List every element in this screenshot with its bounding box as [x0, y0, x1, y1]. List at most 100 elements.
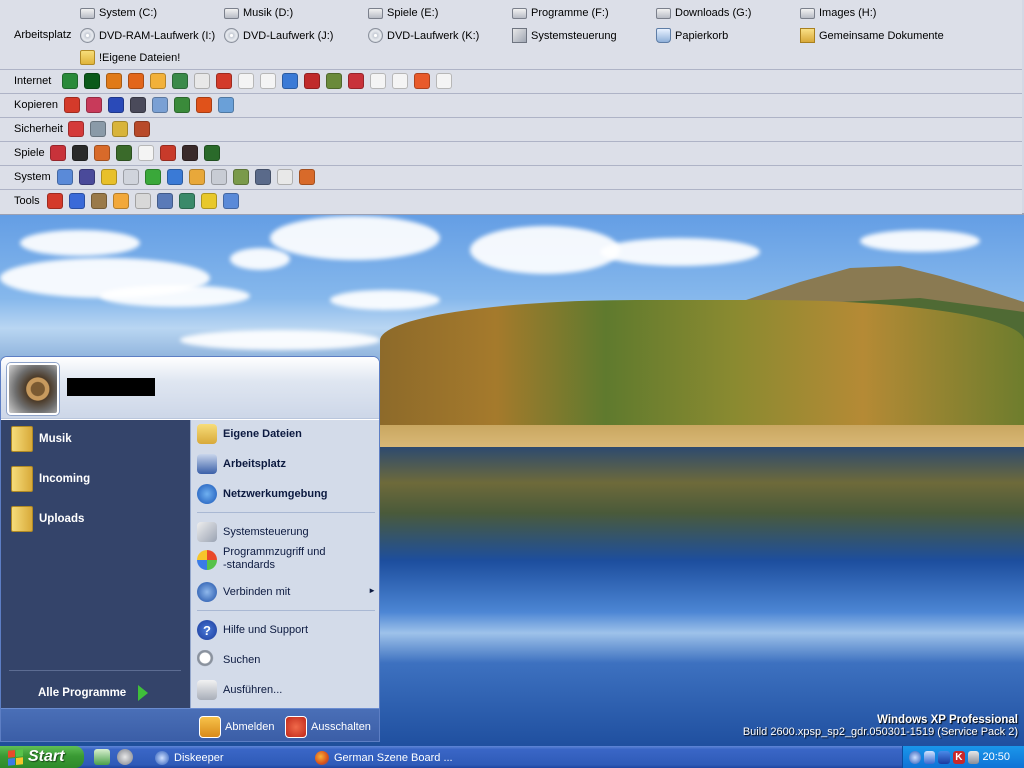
- toolbar-app-icon[interactable]: [64, 97, 80, 113]
- toolbar-app-icon[interactable]: [160, 145, 176, 161]
- toolbar-app-icon[interactable]: [233, 169, 249, 185]
- toolbar-app-icon[interactable]: [50, 145, 66, 161]
- drive-j[interactable]: DVD-Laufwerk (J:): [224, 28, 333, 43]
- logoff-button[interactable]: Abmelden: [199, 716, 275, 738]
- drive-f[interactable]: Programme (F:): [512, 7, 609, 19]
- taskbar-button-firefox[interactable]: German Szene Board ...: [310, 748, 460, 767]
- start-button[interactable]: Start: [0, 746, 84, 768]
- toolbar-app-icon[interactable]: [106, 73, 122, 89]
- pinned-item-musik[interactable]: Musik: [11, 426, 72, 452]
- toolbar-app-icon[interactable]: [174, 97, 190, 113]
- drive-d[interactable]: Musik (D:): [224, 7, 293, 19]
- toolbar-app-icon[interactable]: [134, 121, 150, 137]
- toolbar-app-icon[interactable]: [172, 73, 188, 89]
- control-panel-item[interactable]: Systemsteuerung: [197, 522, 309, 542]
- quicklaunch-desktop-icon[interactable]: [94, 749, 110, 765]
- toolbar-app-icon[interactable]: [57, 169, 73, 185]
- drive-h[interactable]: Images (H:): [800, 7, 876, 19]
- toolbar-app-icon[interactable]: [84, 73, 100, 89]
- tray-diskeeper-icon[interactable]: [909, 750, 921, 764]
- my-computer-item[interactable]: Arbeitsplatz: [197, 454, 286, 474]
- toolbar-app-icon[interactable]: [189, 169, 205, 185]
- tray-network-icon[interactable]: [923, 750, 936, 764]
- toolbar-app-icon[interactable]: [138, 145, 154, 161]
- toolbar-app-icon[interactable]: [282, 73, 298, 89]
- toolbar-app-icon[interactable]: [204, 145, 220, 161]
- drive-c[interactable]: System (C:): [80, 7, 157, 19]
- toolbar-app-icon[interactable]: [79, 169, 95, 185]
- quicklaunch-media-icon[interactable]: [117, 749, 133, 765]
- recycle-bin-link[interactable]: Papierkorb: [656, 28, 728, 43]
- toolbar-app-icon[interactable]: [68, 121, 84, 137]
- toolbar-app-icon[interactable]: [179, 193, 195, 209]
- toolbar-app-icon[interactable]: [152, 97, 168, 113]
- toolbar-app-icon[interactable]: [108, 97, 124, 113]
- clock[interactable]: 20:50: [982, 751, 1010, 763]
- my-documents-item[interactable]: Eigene Dateien: [197, 424, 302, 444]
- toolbar-app-icon[interactable]: [304, 73, 320, 89]
- toolbar-app-icon[interactable]: [211, 169, 227, 185]
- toolbar-app-icon[interactable]: [255, 169, 271, 185]
- pinned-item-uploads[interactable]: Uploads: [11, 506, 84, 532]
- tray-antivirus-icon[interactable]: K: [953, 750, 965, 764]
- user-avatar-guitar[interactable]: [7, 363, 59, 415]
- toolbar-app-icon[interactable]: [299, 169, 315, 185]
- search-item[interactable]: Suchen: [197, 650, 260, 670]
- taskbar-button-diskeeper[interactable]: Diskeeper: [150, 748, 300, 767]
- tray-monitor-icon[interactable]: [938, 750, 951, 764]
- toolbar-app-icon[interactable]: [116, 145, 132, 161]
- connect-to-item[interactable]: Verbinden mit: [197, 582, 290, 602]
- toolbar-app-icon[interactable]: [196, 97, 212, 113]
- toolbar-app-icon[interactable]: [182, 145, 198, 161]
- control-panel-link[interactable]: Systemsteuerung: [512, 28, 617, 43]
- toolbar-app-icon[interactable]: [72, 145, 88, 161]
- tray-volume-icon[interactable]: [967, 750, 980, 764]
- toolbar-app-icon[interactable]: [150, 73, 166, 89]
- toolbar-app-icon[interactable]: [62, 73, 78, 89]
- toolbar-app-icon[interactable]: [436, 73, 452, 89]
- toolbar-app-icon[interactable]: [47, 193, 63, 209]
- pinned-item-incoming[interactable]: Incoming: [11, 466, 90, 492]
- toolbar-app-icon[interactable]: [86, 97, 102, 113]
- toolbar-app-icon[interactable]: [130, 97, 146, 113]
- toolbar-app-icon[interactable]: [414, 73, 430, 89]
- toolbar-app-icon[interactable]: [370, 73, 386, 89]
- drive-e[interactable]: Spiele (E:): [368, 7, 438, 19]
- run-item[interactable]: Ausführen...: [197, 680, 282, 700]
- toolbar-app-icon[interactable]: [112, 121, 128, 137]
- toolbar-app-icon[interactable]: [326, 73, 342, 89]
- shutdown-button[interactable]: Ausschalten: [285, 716, 371, 738]
- toolbar-icon-strip: [57, 169, 315, 185]
- toolbar-app-icon[interactable]: [94, 145, 110, 161]
- toolbar-app-icon[interactable]: [135, 193, 151, 209]
- toolbar-app-icon[interactable]: [91, 193, 107, 209]
- network-places-item[interactable]: Netzwerkumgebung: [197, 484, 328, 504]
- toolbar-app-icon[interactable]: [157, 193, 173, 209]
- toolbar-app-icon[interactable]: [218, 97, 234, 113]
- toolbar-app-icon[interactable]: [113, 193, 129, 209]
- toolbar-app-icon[interactable]: [69, 193, 85, 209]
- toolbar-app-icon[interactable]: [145, 169, 161, 185]
- drive-k[interactable]: DVD-Laufwerk (K:): [368, 28, 479, 43]
- toolbar-app-icon[interactable]: [201, 193, 217, 209]
- my-files-link[interactable]: !Eigene Dateien!: [80, 50, 180, 65]
- program-access-item[interactable]: Programmzugriff und -standards: [197, 546, 326, 572]
- toolbar-app-icon[interactable]: [194, 73, 210, 89]
- toolbar-app-icon[interactable]: [238, 73, 254, 89]
- drive-i[interactable]: DVD-RAM-Laufwerk (I:): [80, 28, 215, 43]
- toolbar-app-icon[interactable]: [260, 73, 276, 89]
- toolbar-app-icon[interactable]: [90, 121, 106, 137]
- toolbar-app-icon[interactable]: [167, 169, 183, 185]
- toolbar-app-icon[interactable]: [216, 73, 232, 89]
- help-support-item[interactable]: ? Hilfe und Support: [197, 620, 308, 640]
- toolbar-app-icon[interactable]: [123, 169, 139, 185]
- toolbar-app-icon[interactable]: [277, 169, 293, 185]
- toolbar-app-icon[interactable]: [223, 193, 239, 209]
- all-programs-button[interactable]: Alle Programme: [38, 685, 149, 701]
- shared-documents-link[interactable]: Gemeinsame Dokumente: [800, 28, 944, 43]
- drive-g[interactable]: Downloads (G:): [656, 7, 751, 19]
- toolbar-app-icon[interactable]: [128, 73, 144, 89]
- toolbar-app-icon[interactable]: [348, 73, 364, 89]
- toolbar-app-icon[interactable]: [101, 169, 117, 185]
- toolbar-app-icon[interactable]: [392, 73, 408, 89]
